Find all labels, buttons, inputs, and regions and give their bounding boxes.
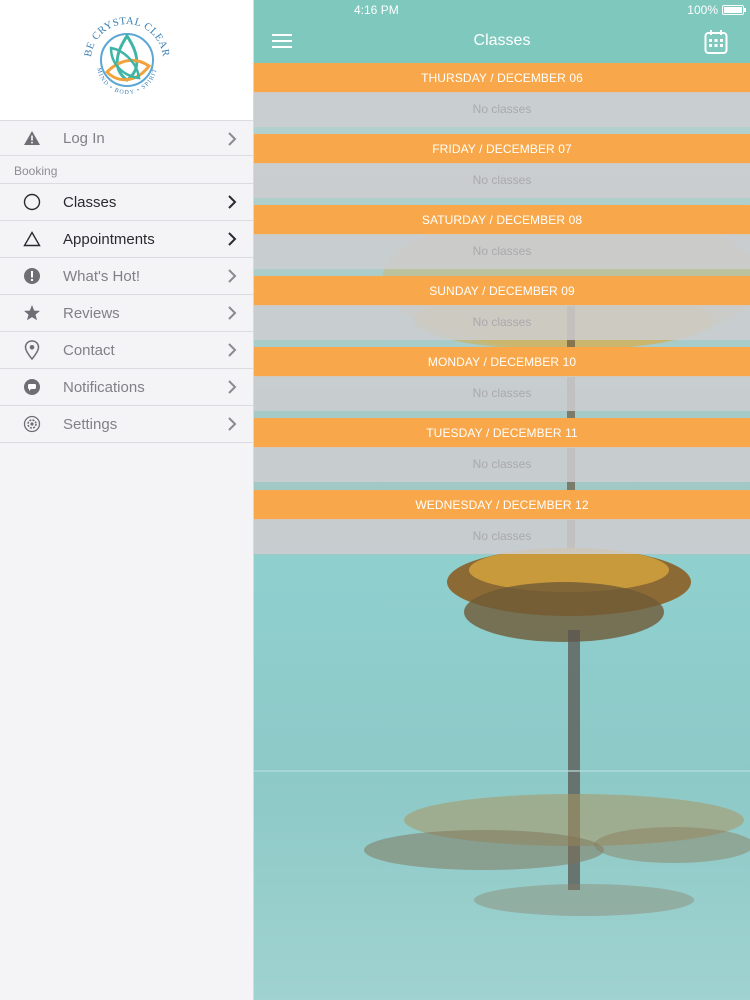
day-header: MONDAY / DECEMBER 10 bbox=[254, 347, 750, 377]
location-pin-icon bbox=[21, 339, 43, 361]
sidebar-item-label: Log In bbox=[63, 129, 105, 147]
section-label-booking: Booking bbox=[0, 156, 253, 184]
chevron-right-icon bbox=[228, 306, 237, 320]
sidebar-item-classes[interactable]: Classes bbox=[0, 184, 253, 221]
chevron-right-icon bbox=[228, 195, 237, 209]
sidebar-item-label: Contact bbox=[63, 341, 115, 359]
day-header: THURSDAY / DECEMBER 06 bbox=[254, 63, 750, 93]
status-battery: 100% bbox=[687, 3, 746, 17]
chevron-right-icon bbox=[228, 417, 237, 431]
sidebar-item-settings[interactable]: Settings bbox=[0, 406, 253, 443]
no-classes-row: No classes bbox=[254, 163, 750, 198]
day-header: WEDNESDAY / DECEMBER 12 bbox=[254, 490, 750, 520]
sidebar-item-log-in[interactable]: Log In bbox=[0, 120, 253, 156]
day-header: SATURDAY / DECEMBER 08 bbox=[254, 205, 750, 235]
nav-bar: Classes bbox=[254, 20, 750, 63]
chat-bubble-icon bbox=[21, 376, 43, 398]
no-classes-row: No classes bbox=[254, 92, 750, 127]
sidebar-item-reviews[interactable]: Reviews bbox=[0, 295, 253, 332]
chevron-right-icon bbox=[228, 269, 237, 283]
sidebar-item-notifications[interactable]: Notifications bbox=[0, 369, 253, 406]
sidebar-item-contact[interactable]: Contact bbox=[0, 332, 253, 369]
sidebar-item-label: What's Hot! bbox=[63, 267, 141, 285]
sidebar-item-label: Classes bbox=[63, 193, 117, 211]
chevron-right-icon bbox=[228, 380, 237, 394]
no-classes-row: No classes bbox=[254, 519, 750, 554]
sidebar-item-appointments[interactable]: Appointments bbox=[0, 221, 253, 258]
gear-icon bbox=[21, 413, 43, 435]
logo: BE CRYSTAL CLEAR MIND • BODY • SPIRIT bbox=[0, 0, 253, 120]
day-header: TUESDAY / DECEMBER 11 bbox=[254, 418, 750, 448]
battery-percent: 100% bbox=[687, 3, 718, 17]
no-classes-row: No classes bbox=[254, 376, 750, 411]
sidebar-item-label: Notifications bbox=[63, 378, 145, 396]
sidebar-item-label: Settings bbox=[63, 415, 118, 433]
sidebar-item-label: Appointments bbox=[63, 230, 155, 248]
status-bar: 4:16 PM 100% bbox=[254, 0, 750, 20]
exclamation-icon bbox=[21, 265, 43, 287]
no-classes-row: No classes bbox=[254, 447, 750, 482]
sidebar-item-label: Reviews bbox=[63, 304, 120, 322]
calendar-icon[interactable] bbox=[704, 29, 728, 55]
chevron-right-icon bbox=[228, 232, 237, 246]
no-classes-row: No classes bbox=[254, 305, 750, 340]
no-classes-row: No classes bbox=[254, 234, 750, 269]
brand-logo-icon: BE CRYSTAL CLEAR MIND • BODY • SPIRIT bbox=[83, 16, 170, 96]
triangle-icon bbox=[21, 228, 43, 250]
warning-icon bbox=[21, 127, 43, 149]
sidebar-item-whats-hot[interactable]: What's Hot! bbox=[0, 258, 253, 295]
day-header: SUNDAY / DECEMBER 09 bbox=[254, 276, 750, 306]
classes-screen: 4:16 PM 100% Classes THURSDAY / DECEMBER… bbox=[254, 0, 750, 1000]
chevron-right-icon bbox=[228, 343, 237, 357]
status-time: 4:16 PM bbox=[354, 3, 399, 17]
chevron-right-icon bbox=[228, 132, 237, 146]
battery-icon bbox=[722, 5, 746, 15]
circle-icon bbox=[21, 191, 43, 213]
day-header: FRIDAY / DECEMBER 07 bbox=[254, 134, 750, 164]
page-title: Classes bbox=[473, 32, 531, 49]
star-icon bbox=[21, 302, 43, 324]
side-menu: BE CRYSTAL CLEAR MIND • BODY • SPIRIT Lo… bbox=[0, 0, 254, 1000]
